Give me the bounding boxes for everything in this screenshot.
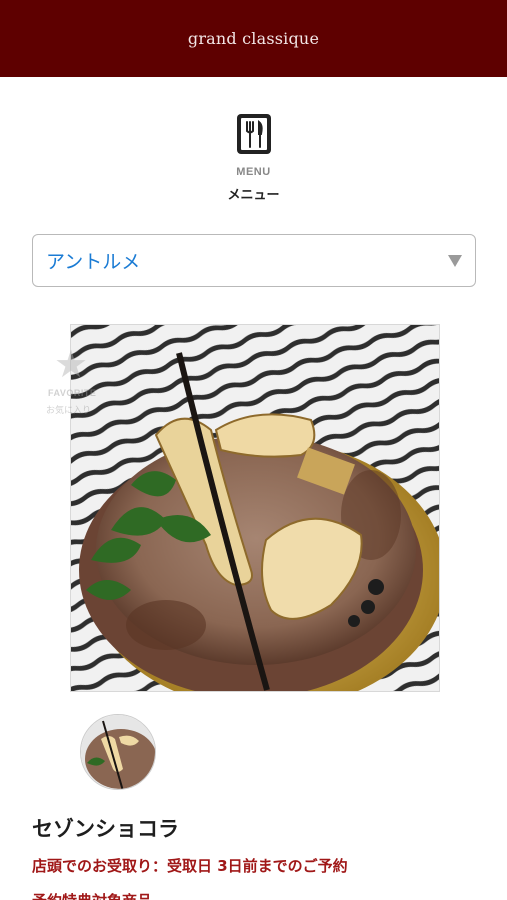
app-header: grand classique [0,0,507,77]
product-photo [70,324,440,692]
favorite-label-en: FAVORITE [48,388,97,398]
product-thumbnail[interactable] [80,714,156,790]
favorite-button[interactable]: ★ FAVORITE お気に入り [44,345,106,425]
product-name: セゾンショコラ [32,817,179,841]
favorite-label-jp: お気に入り [46,406,92,416]
menu-label-jp: メニュー [227,188,280,203]
star-icon: ★ [54,342,89,386]
category-select-value: アントルメ [46,251,141,273]
dropdown-arrow-icon [448,255,462,267]
pickup-note: 店頭でのお受取り：受取日 3日前までのご予約 [32,857,348,875]
cutlery-icon [237,114,271,154]
brand-title[interactable]: grand classique [188,29,319,48]
menu-label-en: MENU [236,166,271,178]
category-select[interactable]: アントルメ [32,234,476,287]
discount-note: 予約特典対象商品 [32,890,152,900]
